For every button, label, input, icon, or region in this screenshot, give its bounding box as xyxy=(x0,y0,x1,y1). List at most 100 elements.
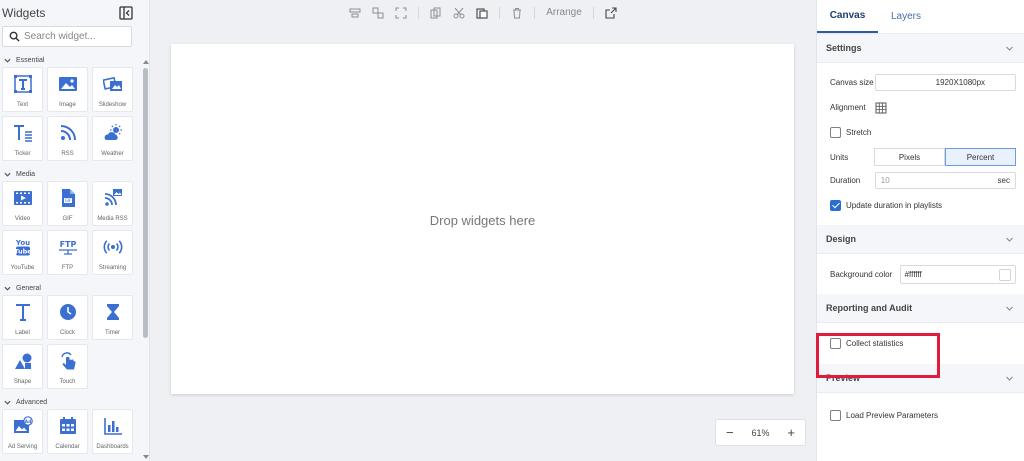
scrollbar-thumb[interactable] xyxy=(143,68,148,338)
category-general[interactable]: General xyxy=(0,281,149,295)
widget-ticker[interactable]: Ticker xyxy=(2,116,43,161)
image-icon xyxy=(58,77,77,91)
widget-clock[interactable]: Clock xyxy=(47,295,88,340)
background-color-row: Background color #ffffff xyxy=(830,265,1016,284)
category-media[interactable]: Media xyxy=(0,167,149,181)
scroll-down-icon[interactable] xyxy=(143,455,149,459)
duration-label: Duration xyxy=(830,176,861,185)
duration-field[interactable]: 10 sec xyxy=(874,172,1016,189)
collapse-panel-icon[interactable] xyxy=(119,6,133,20)
search-input[interactable] xyxy=(24,31,124,42)
stretch-checkbox[interactable] xyxy=(830,127,841,138)
collect-statistics-checkbox[interactable] xyxy=(830,338,841,349)
widget-touch[interactable]: Touch xyxy=(47,344,88,389)
settings-section-header[interactable]: Settings xyxy=(817,34,1024,63)
widget-label: Video xyxy=(14,216,31,222)
reporting-section-header[interactable]: Reporting and Audit xyxy=(817,294,1024,323)
zoom-in-button[interactable]: + xyxy=(787,426,795,439)
widget-shape[interactable]: Shape xyxy=(2,344,43,389)
ad-serving-icon: Ad xyxy=(13,416,33,433)
svg-text:Tube: Tube xyxy=(14,248,32,256)
panel-tabs: Canvas Layers xyxy=(817,0,1024,34)
widget-dashboards[interactable]: Dashboards xyxy=(92,409,133,454)
calendar-icon xyxy=(59,417,76,434)
drop-placeholder: Drop widgets here xyxy=(429,212,536,228)
label-icon xyxy=(15,304,30,321)
paste-icon[interactable] xyxy=(476,7,488,19)
zoom-out-button[interactable]: − xyxy=(726,426,734,439)
category-essential[interactable]: Essential xyxy=(0,53,149,67)
widget-media-rss[interactable]: Media RSS xyxy=(92,181,133,226)
widget-label: RSS xyxy=(61,151,74,157)
copy-icon[interactable] xyxy=(430,7,442,19)
canvas-size-field[interactable]: 1920X1080px xyxy=(874,74,1016,91)
update-duration-row[interactable]: Update duration in playlists xyxy=(830,197,1016,214)
load-preview-checkbox[interactable] xyxy=(830,410,841,421)
update-duration-checkbox[interactable] xyxy=(830,200,841,211)
widget-video[interactable]: Video xyxy=(2,181,43,226)
tab-layers[interactable]: Layers xyxy=(878,0,934,33)
widget-search[interactable] xyxy=(2,26,132,47)
widgets-scrollbar[interactable] xyxy=(143,60,149,461)
canvas-size-value: 1920X1080px xyxy=(935,78,986,87)
design-canvas[interactable]: Drop widgets here xyxy=(171,44,794,394)
widget-label: Shape xyxy=(13,379,32,385)
widget-label: GIF xyxy=(62,216,73,222)
preview-section-header[interactable]: Preview xyxy=(817,364,1024,393)
widget-label: Calendar xyxy=(55,444,80,450)
tab-canvas[interactable]: Canvas xyxy=(817,0,878,33)
color-swatch[interactable] xyxy=(999,268,1011,281)
update-duration-label: Update duration in playlists xyxy=(846,201,943,210)
arrange-menu[interactable]: Arrange xyxy=(546,7,582,18)
distribute-icon[interactable] xyxy=(372,7,384,19)
toolbar-divider xyxy=(534,6,536,19)
canvas-size-label: Canvas size xyxy=(830,78,874,87)
fullscreen-icon[interactable] xyxy=(395,7,407,19)
category-label: Media xyxy=(16,170,36,178)
widget-timer[interactable]: Timer xyxy=(92,295,133,340)
scroll-up-icon[interactable] xyxy=(143,60,149,64)
export-icon[interactable] xyxy=(605,6,617,19)
widget-label: Timer xyxy=(104,330,121,336)
alignment-label: Alignment xyxy=(830,103,866,112)
stretch-label: Stretch xyxy=(846,128,872,137)
load-preview-row[interactable]: Load Preview Parameters xyxy=(830,407,1016,424)
widget-ftp[interactable]: FTP FTP xyxy=(47,230,88,275)
widget-streaming[interactable]: Streaming xyxy=(92,230,133,275)
widget-label: Weather xyxy=(101,151,124,157)
dashboards-icon xyxy=(103,418,122,435)
units-percent-option[interactable]: Percent xyxy=(945,148,1016,166)
background-color-value: #ffffff xyxy=(904,270,922,279)
widget-rss[interactable]: RSS xyxy=(47,116,88,161)
timer-icon xyxy=(106,304,119,320)
alignment-grid-icon[interactable] xyxy=(875,102,887,114)
collect-statistics-row[interactable]: Collect statistics xyxy=(830,335,1016,352)
widget-ad-serving[interactable]: Ad Ad Serving xyxy=(2,409,43,454)
widget-youtube[interactable]: You Tube YouTube xyxy=(2,230,43,275)
widget-weather[interactable]: Weather xyxy=(92,116,133,161)
text-icon xyxy=(13,75,32,93)
widget-calendar[interactable]: Calendar xyxy=(47,409,88,454)
widget-label[interactable]: Label xyxy=(2,295,43,340)
widget-label: Dashboards xyxy=(96,444,129,450)
widget-image[interactable]: Image xyxy=(47,67,88,112)
stretch-row[interactable]: Stretch xyxy=(830,124,1016,141)
canvas-size-row: Canvas size 1920X1080px xyxy=(830,74,1016,91)
preview-body: Load Preview Parameters xyxy=(817,393,1024,424)
widget-slideshow[interactable]: Slideshow xyxy=(92,67,133,112)
category-label: Essential xyxy=(16,56,45,64)
cut-icon[interactable] xyxy=(453,7,465,19)
toolbar-divider xyxy=(418,6,420,19)
settings-body: Canvas size 1920X1080px Alignment Stretc… xyxy=(817,63,1024,214)
background-color-field[interactable]: #ffffff xyxy=(899,265,1016,284)
widget-text[interactable]: Text xyxy=(2,67,43,112)
slideshow-icon xyxy=(102,76,122,91)
section-title: Preview xyxy=(826,373,861,383)
widget-gif[interactable]: GIF GIF xyxy=(47,181,88,226)
category-advanced[interactable]: Advanced xyxy=(0,395,149,409)
align-icon[interactable] xyxy=(349,7,361,19)
design-section-header[interactable]: Design xyxy=(817,225,1024,254)
delete-icon[interactable] xyxy=(511,7,523,19)
search-icon xyxy=(9,31,20,42)
units-pixels-option[interactable]: Pixels xyxy=(874,148,945,166)
